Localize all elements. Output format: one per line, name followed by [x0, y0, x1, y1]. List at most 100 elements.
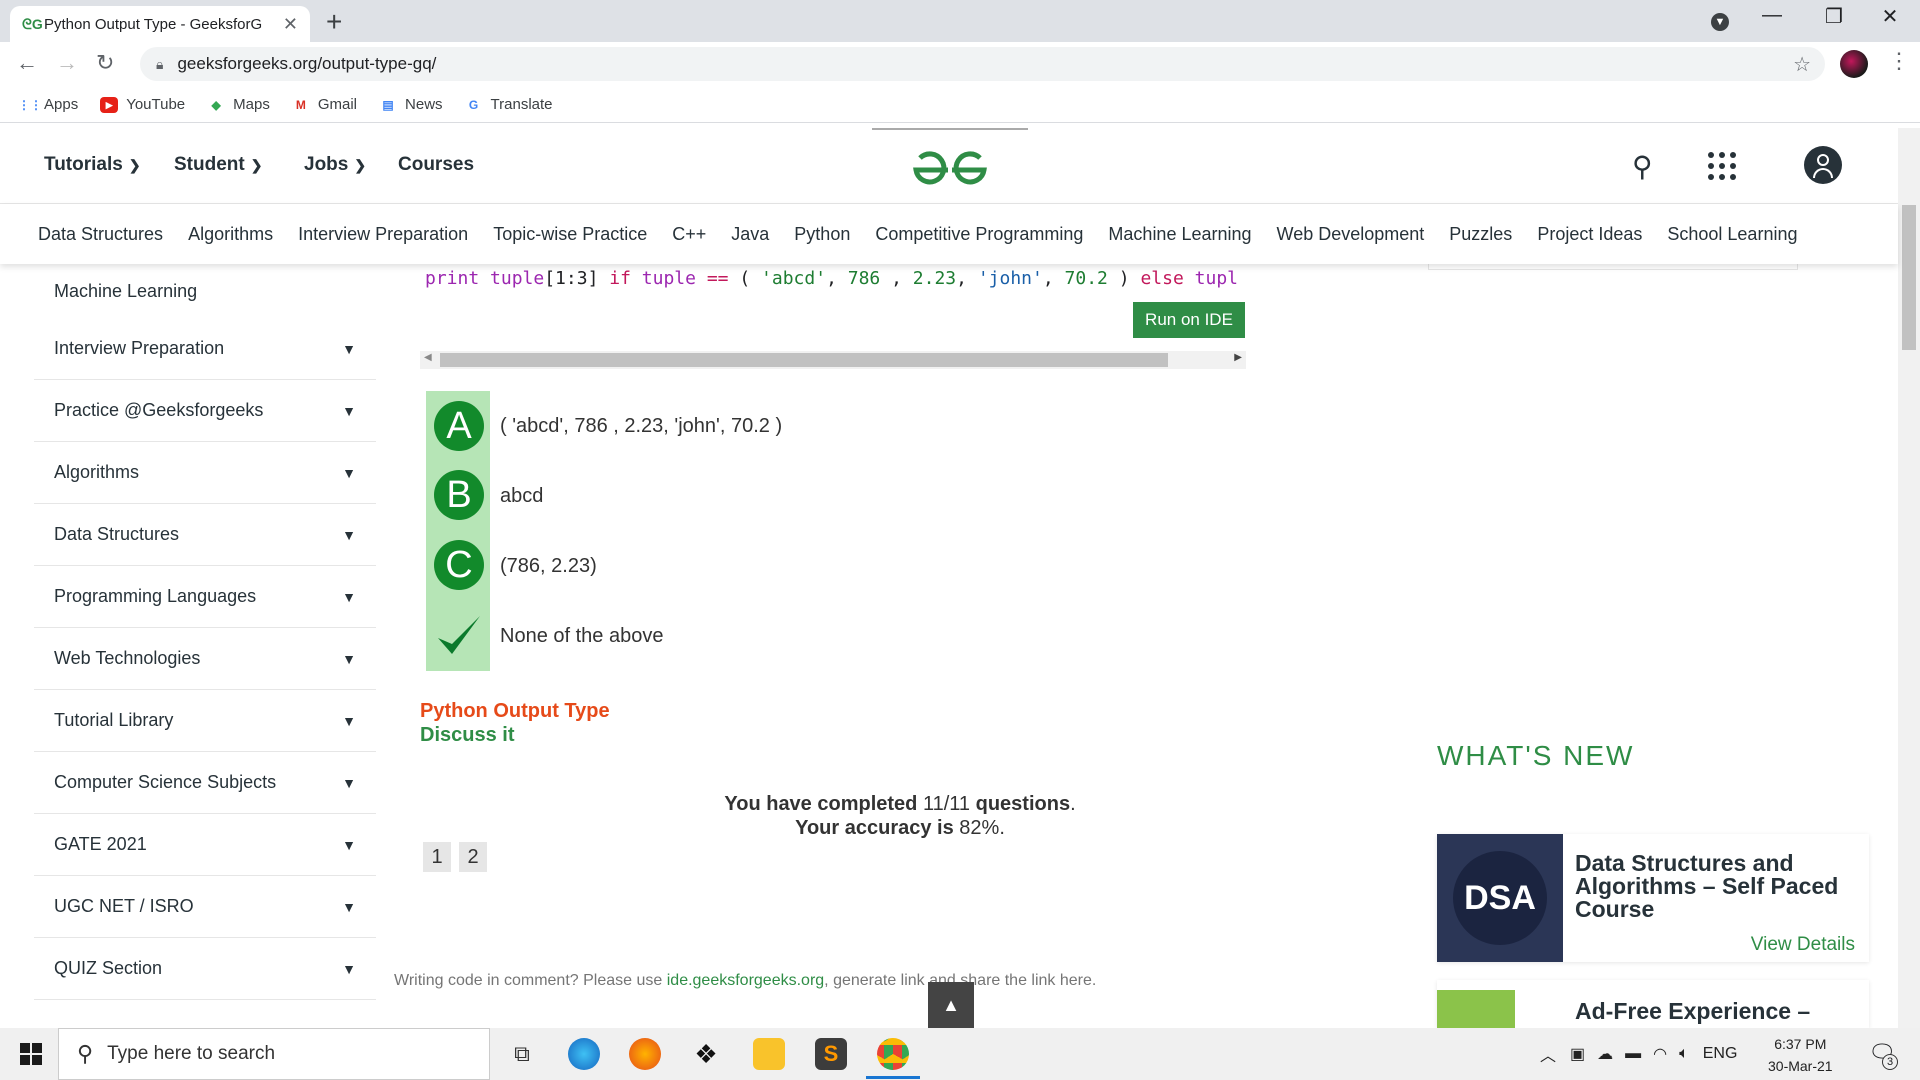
volume-icon[interactable]: 🔈︎: [1679, 1045, 1689, 1063]
page-scrollbar-thumb[interactable]: [1902, 205, 1916, 350]
bookmark-star-icon[interactable]: ☆: [1793, 52, 1811, 77]
subnav-item[interactable]: Algorithms: [188, 224, 273, 245]
subnav-item[interactable]: Topic-wise Practice: [493, 224, 647, 245]
option-c-text[interactable]: (786, 2.23): [500, 555, 597, 578]
dsa-course-card[interactable]: DSA Data Structures and Algorithms – Sel…: [1437, 834, 1869, 962]
taskbar-search-box[interactable]: ⚲ Type here to search: [58, 1028, 490, 1080]
minimize-icon[interactable]: —: [1742, 4, 1802, 27]
file-explorer-icon[interactable]: [753, 1038, 785, 1070]
scroll-left-icon[interactable]: ◀: [424, 352, 432, 363]
sidebar-item-machine-learning[interactable]: Machine Learning: [34, 264, 376, 318]
subnav-item[interactable]: Machine Learning: [1108, 224, 1251, 245]
forward-icon[interactable]: →: [56, 50, 78, 76]
subnav-item[interactable]: Web Development: [1277, 224, 1425, 245]
subnav-item[interactable]: School Learning: [1667, 224, 1797, 245]
subnav-item[interactable]: Competitive Programming: [875, 224, 1083, 245]
taskbar-clock[interactable]: 6:37 PM 30-Mar-21: [1768, 1033, 1833, 1077]
nav-tutorials[interactable]: Tutorials ❯: [44, 154, 141, 176]
scroll-to-top-button[interactable]: ▲: [928, 982, 974, 1028]
run-on-ide-button[interactable]: Run on IDE: [1133, 302, 1245, 338]
sidebar-item-programming-languages[interactable]: Programming Languages ▼: [34, 566, 376, 628]
code-scrollbar-thumb[interactable]: [440, 353, 1168, 367]
subnav-item[interactable]: C++: [672, 224, 706, 245]
meet-icon[interactable]: ▣: [1570, 1044, 1585, 1064]
page-2-button[interactable]: 2: [459, 842, 487, 872]
dsa-course-title[interactable]: Data Structures and Algorithms – Self Pa…: [1575, 852, 1838, 921]
nav-jobs[interactable]: Jobs ❯: [304, 154, 366, 176]
chrome-icon[interactable]: [877, 1038, 909, 1070]
nav-student[interactable]: Student ❯: [174, 154, 262, 176]
notification-center-icon[interactable]: 🗨︎ 3: [1868, 1040, 1898, 1070]
sidebar-item-ugc-net[interactable]: UGC NET / ISRO ▼: [34, 876, 376, 938]
subnav-item[interactable]: Puzzles: [1449, 224, 1512, 245]
back-icon[interactable]: ←: [16, 50, 38, 76]
sidebar-item-algorithms[interactable]: Algorithms ▼: [34, 442, 376, 504]
option-c-marker[interactable]: C: [434, 540, 484, 590]
search-icon[interactable]: ⚲: [1632, 150, 1653, 183]
battery-icon[interactable]: ▬: [1625, 1045, 1641, 1063]
option-a-marker[interactable]: A: [434, 401, 484, 451]
close-window-icon[interactable]: ✕: [1860, 4, 1920, 29]
bookmark-translate[interactable]: G Translate: [465, 96, 553, 113]
discuss-link[interactable]: Discuss it: [420, 724, 514, 747]
sublime-text-icon[interactable]: S: [815, 1038, 847, 1070]
page-1-button[interactable]: 1: [423, 842, 451, 872]
subnav-item[interactable]: Python: [794, 224, 850, 245]
onedrive-icon[interactable]: ☁: [1597, 1044, 1613, 1064]
browser-tab[interactable]: ᘓG Python Output Type - GeeksforG ✕: [10, 6, 310, 42]
sidebar-item-data-structures[interactable]: Data Structures ▼: [34, 504, 376, 566]
sidebar-item-gate-2021[interactable]: GATE 2021 ▼: [34, 814, 376, 876]
nav-courses[interactable]: Courses: [398, 154, 474, 176]
scroll-right-icon[interactable]: ▶: [1234, 352, 1242, 363]
windows-start-icon[interactable]: [20, 1043, 42, 1065]
sidebar-item-quiz-section[interactable]: QUIZ Section ▼: [34, 938, 376, 1000]
bookmark-gmail[interactable]: M Gmail: [292, 96, 357, 113]
ide-link[interactable]: ide.geeksforgeeks.org: [667, 972, 824, 989]
check-icon[interactable]: [434, 610, 484, 660]
chrome-menu-icon[interactable]: ⋮: [1888, 48, 1910, 74]
dsa-course-image: DSA: [1437, 834, 1563, 962]
profile-avatar[interactable]: [1840, 50, 1868, 78]
edge-icon[interactable]: [568, 1038, 600, 1070]
system-tray: ︿ ▣ ☁ ▬ ◠ 🔈︎ ENG: [1540, 1028, 1737, 1080]
language-indicator[interactable]: ENG: [1703, 1045, 1738, 1063]
sidebar-item-cs-subjects[interactable]: Computer Science Subjects ▼: [34, 752, 376, 814]
close-tab-icon[interactable]: ✕: [283, 14, 298, 35]
subnav-item[interactable]: Interview Preparation: [298, 224, 468, 245]
sidebar-item-tutorial-library[interactable]: Tutorial Library ▼: [34, 690, 376, 752]
search-icon: ⚲: [77, 1041, 94, 1066]
sidebar-item-interview-preparation[interactable]: Interview Preparation ▼: [34, 318, 376, 380]
chevron-up-icon[interactable]: ︿: [1540, 1042, 1556, 1066]
new-tab-button[interactable]: +: [326, 6, 342, 38]
sidebar-item-web-technologies[interactable]: Web Technologies ▼: [34, 628, 376, 690]
task-view-icon[interactable]: ⧉: [506, 1038, 538, 1070]
subnav-item[interactable]: Java: [731, 224, 769, 245]
ad-free-title[interactable]: Ad-Free Experience –: [1575, 1000, 1810, 1023]
ad-free-card[interactable]: Ad-Free Experience –: [1437, 980, 1869, 1028]
site-header: Tutorials ❯ Student ❯ Jobs ❯ Courses ⚲: [0, 128, 1898, 204]
wifi-icon[interactable]: ◠: [1653, 1044, 1667, 1064]
option-a-text[interactable]: ( 'abcd', 786 , 2.23, 'john', 70.2 ): [500, 415, 782, 438]
apps-grid-icon[interactable]: [1708, 152, 1736, 180]
subnav-item[interactable]: Project Ideas: [1537, 224, 1642, 245]
option-b-text[interactable]: abcd: [500, 485, 543, 508]
subnav-item[interactable]: Data Structures: [38, 224, 163, 245]
address-bar[interactable]: 🔒︎ geeksforgeeks.org/output-type-gq/ ☆: [140, 47, 1825, 81]
firefox-icon[interactable]: [629, 1038, 661, 1070]
reload-icon[interactable]: ↻: [96, 50, 114, 76]
option-d-text[interactable]: None of the above: [500, 625, 663, 648]
completed-label: You have completed: [724, 793, 918, 815]
maximize-icon[interactable]: ❐: [1804, 4, 1864, 29]
option-b-marker[interactable]: B: [434, 470, 484, 520]
user-account-icon[interactable]: [1804, 146, 1842, 184]
gfg-logo[interactable]: [912, 148, 988, 188]
quiz-type-link[interactable]: Python Output Type: [420, 700, 610, 723]
view-details-link[interactable]: View Details: [1751, 934, 1855, 956]
bookmark-maps[interactable]: ◆ Maps: [207, 96, 270, 113]
tab-search-icon[interactable]: ▼: [1690, 8, 1750, 31]
bookmark-news[interactable]: ▤ News: [379, 96, 442, 113]
bookmark-apps[interactable]: ⋮⋮ Apps: [18, 96, 78, 113]
sidebar-item-practice[interactable]: Practice @Geeksforgeeks ▼: [34, 380, 376, 442]
dropbox-icon[interactable]: ❖: [690, 1038, 722, 1070]
bookmark-youtube[interactable]: ▶ YouTube: [100, 96, 185, 113]
